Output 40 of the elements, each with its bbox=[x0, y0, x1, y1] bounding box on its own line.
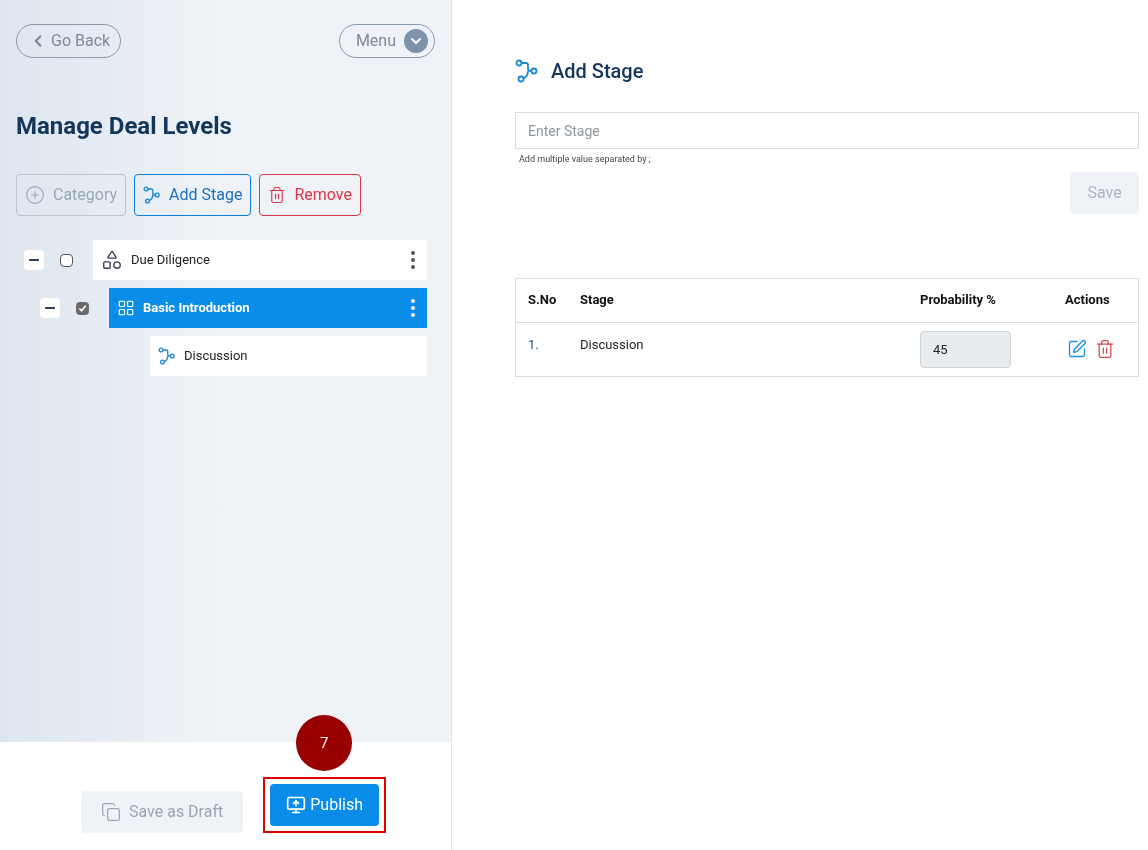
collapse-toggle[interactable] bbox=[24, 250, 44, 270]
node-label: Basic Introduction bbox=[143, 299, 251, 318]
upload-icon bbox=[286, 795, 307, 815]
column-header: Actions bbox=[1065, 291, 1111, 310]
toolbar-button[interactable]: Remove bbox=[259, 174, 361, 216]
connected-nodes-icon bbox=[515, 59, 539, 83]
shapes-icon bbox=[101, 249, 123, 271]
column-header: Stage bbox=[580, 291, 615, 310]
tree-node[interactable]: Basic Introduction bbox=[109, 288, 427, 328]
plus-circle-icon bbox=[25, 185, 45, 205]
page-title: Manage Deal Levels bbox=[16, 111, 233, 142]
tree-node[interactable]: Due Diligence bbox=[93, 240, 427, 280]
row-number: 1. bbox=[528, 335, 540, 354]
node-label: Discussion bbox=[184, 347, 249, 366]
step-marker: 7 bbox=[296, 715, 353, 771]
more-icon[interactable] bbox=[411, 299, 415, 317]
node-label: Due Diligence bbox=[131, 251, 211, 270]
trash-icon[interactable] bbox=[1095, 339, 1115, 359]
connected-nodes-icon bbox=[143, 186, 162, 204]
grid-icon bbox=[117, 299, 135, 317]
collapse-toggle[interactable] bbox=[40, 298, 60, 318]
more-icon[interactable] bbox=[411, 251, 415, 269]
stage-input[interactable]: Enter Stage bbox=[515, 112, 1139, 149]
stage-cell-text: Discussion bbox=[580, 335, 645, 354]
checkbox[interactable] bbox=[60, 253, 73, 267]
column-header: Probability % bbox=[920, 291, 997, 310]
checkbox[interactable] bbox=[76, 301, 89, 315]
connected-nodes-icon bbox=[158, 347, 176, 365]
column-header: S.No bbox=[528, 291, 558, 310]
tree-node[interactable]: Discussion bbox=[150, 336, 427, 376]
probability-input[interactable]: 45 bbox=[920, 330, 1011, 368]
chevron-down-icon bbox=[404, 29, 428, 53]
copy-icon bbox=[101, 802, 121, 822]
publish-button[interactable]: Publish bbox=[270, 784, 379, 826]
check-icon bbox=[78, 303, 87, 313]
toolbar-button[interactable]: Add Stage bbox=[134, 174, 252, 216]
section-title: Add Stage bbox=[551, 58, 644, 85]
edit-icon[interactable] bbox=[1067, 339, 1087, 359]
hint-text: Add multiple value separated by ; bbox=[519, 153, 652, 166]
trash-icon bbox=[268, 186, 287, 204]
